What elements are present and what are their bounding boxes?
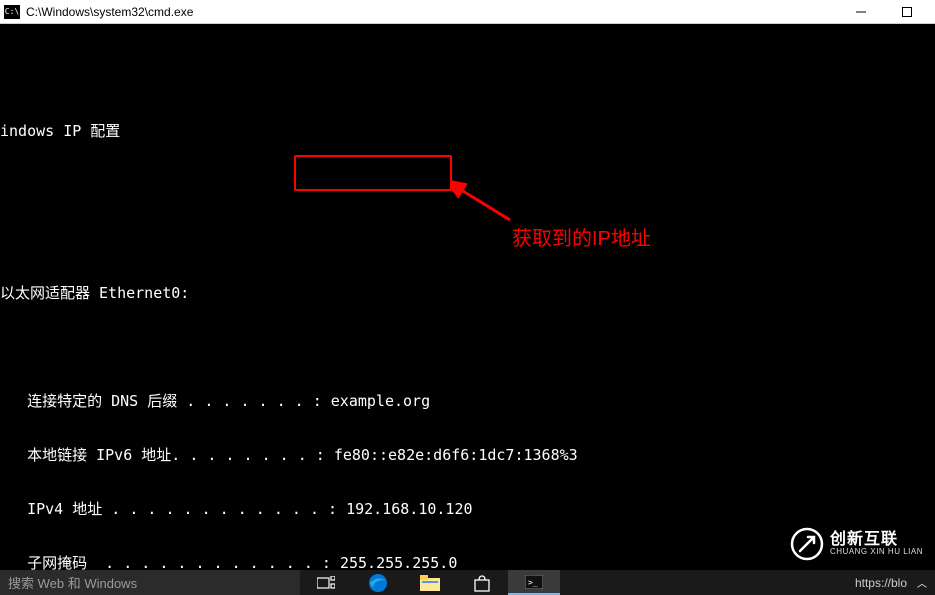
cmd-task-button[interactable]: >_: [508, 570, 560, 595]
watermark-logo-icon: [790, 527, 824, 561]
annotation-label: 获取到的IP地址: [512, 222, 651, 251]
watermark-sub: CHUANG XIN HU LIAN: [830, 548, 923, 557]
term-line: [0, 68, 935, 86]
term-line: 本地链接 IPv6 地址. . . . . . . . : fe80::e82e…: [0, 446, 935, 464]
file-explorer-button[interactable]: [404, 570, 456, 595]
cmd-icon: C:\: [4, 5, 20, 19]
edge-browser-button[interactable]: [352, 570, 404, 595]
window-title: C:\Windows\system32\cmd.exe: [26, 5, 847, 19]
tray-chevron-up-icon[interactable]: ︿: [917, 575, 927, 590]
term-line: 以太网适配器 Ethernet0:: [0, 284, 935, 302]
term-line-ipv4: IPv4 地址 . . . . . . . . . . . . : 192.16…: [0, 500, 935, 518]
taskbar-search-input[interactable]: 搜索 Web 和 Windows: [0, 570, 300, 595]
task-view-button[interactable]: [300, 570, 352, 595]
term-line: indows IP 配置: [0, 122, 935, 140]
svg-text:>_: >_: [528, 578, 538, 587]
term-line: [0, 230, 935, 248]
term-line: [0, 338, 935, 356]
taskbar-items: >_: [300, 570, 560, 595]
store-button[interactable]: [456, 570, 508, 595]
window-controls: [847, 2, 931, 22]
watermark-main: 创新互联: [830, 531, 923, 549]
window-titlebar: C:\ C:\Windows\system32\cmd.exe: [0, 0, 935, 24]
system-tray: https://blo ︿: [855, 575, 935, 590]
maximize-button[interactable]: [893, 2, 921, 22]
terminal-output[interactable]: indows IP 配置 以太网适配器 Ethernet0: 连接特定的 DNS…: [0, 24, 935, 570]
term-line: 连接特定的 DNS 后缀 . . . . . . . : example.org: [0, 392, 935, 410]
taskbar-search-placeholder: 搜索 Web 和 Windows: [8, 573, 137, 592]
watermark: 创新互联 CHUANG XIN HU LIAN: [784, 523, 929, 565]
tray-url-text: https://blo: [855, 576, 907, 590]
term-line: [0, 176, 935, 194]
taskbar: 搜索 Web 和 Windows >_ https://blo ︿: [0, 570, 935, 595]
minimize-button[interactable]: [847, 2, 875, 22]
